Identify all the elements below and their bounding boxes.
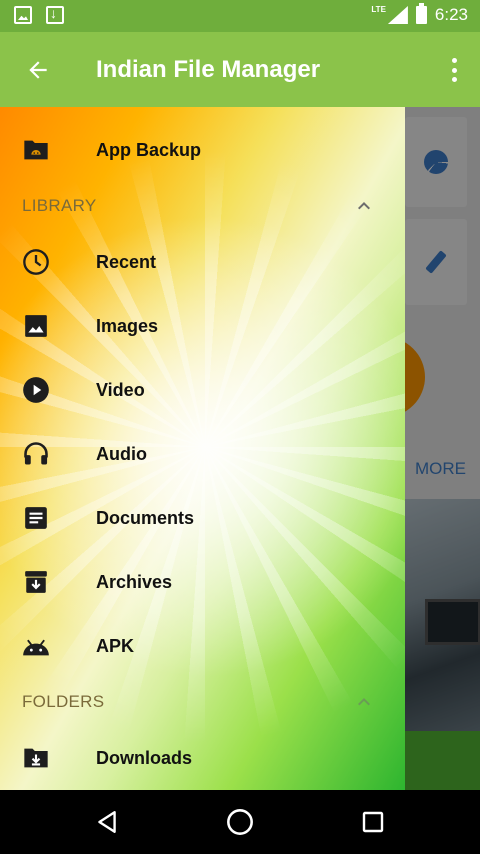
arrow-back-icon — [29, 61, 47, 79]
app-title: Indian File Manager — [96, 56, 321, 83]
section-title: FOLDERS — [22, 692, 105, 711]
drawer-item-label: App Backup — [96, 139, 202, 160]
drawer-item-label: Archives — [96, 571, 173, 592]
play-circle-icon — [22, 376, 50, 404]
overflow-menu-button[interactable] — [444, 54, 464, 86]
drawer-item-label: Downloads — [96, 747, 193, 768]
more-vert-icon — [451, 58, 457, 63]
recents-nav-icon — [362, 811, 384, 833]
android-folder-icon — [22, 136, 50, 164]
drawer-item-apk[interactable]: APK — [0, 618, 405, 674]
drawer-item-label: Images — [96, 315, 159, 336]
android-icon — [22, 632, 50, 660]
notification-icons — [14, 5, 64, 24]
drawer-item-label: Video — [96, 379, 145, 400]
section-title: LIBRARY — [22, 196, 97, 215]
network-type: LTE — [371, 4, 386, 14]
drawer-item-downloads[interactable]: Downloads — [0, 730, 405, 786]
drawer-item-app-backup[interactable]: App Backup — [0, 122, 405, 178]
signal-icon — [387, 6, 408, 24]
clock-time: 6:23 — [434, 5, 468, 24]
drawer-item-recent[interactable]: Recent — [0, 234, 405, 290]
home-nav-icon — [227, 809, 253, 835]
system-navigation-bar — [0, 790, 480, 854]
image-notification-icon — [14, 6, 32, 24]
back-nav-icon — [98, 811, 116, 833]
screen: LTE 6:23 Indian File Manager MORE — [0, 0, 480, 854]
clock-icon — [22, 248, 50, 276]
drawer-scrim[interactable] — [405, 107, 480, 790]
chevron-up-icon — [358, 202, 370, 210]
drawer-item-label: Audio — [96, 443, 147, 464]
drawer-item-label: Documents — [96, 507, 195, 528]
nav-recents-button[interactable] — [357, 806, 389, 838]
download-notification-icon — [46, 5, 64, 24]
nav-home-button[interactable] — [224, 806, 256, 838]
system-icons: LTE 6:23 — [371, 3, 468, 25]
drawer-item-label: APK — [96, 635, 135, 656]
archive-icon — [22, 568, 50, 596]
nav-back-button[interactable] — [91, 806, 123, 838]
library-section-header[interactable]: LIBRARY — [0, 186, 405, 226]
drawer-item-audio[interactable]: Audio — [0, 426, 405, 482]
image-icon — [22, 312, 50, 340]
battery-icon — [415, 3, 427, 24]
drawer-item-archives[interactable]: Archives — [0, 554, 405, 610]
document-icon — [22, 504, 50, 532]
download-folder-icon — [22, 744, 50, 772]
headphones-icon — [22, 440, 50, 468]
drawer-item-label: Recent — [96, 251, 157, 272]
drawer-item-video[interactable]: Video — [0, 362, 405, 418]
app-toolbar: Indian File Manager — [0, 32, 480, 107]
folders-section-header[interactable]: FOLDERS — [0, 682, 405, 722]
drawer-item-images[interactable]: Images — [0, 298, 405, 354]
navigation-drawer: App Backup LIBRARY Recent Images Video A… — [0, 107, 405, 790]
back-button[interactable] — [18, 50, 58, 90]
chevron-up-icon — [358, 698, 370, 706]
drawer-item-documents[interactable]: Documents — [0, 490, 405, 546]
status-bar: LTE 6:23 — [0, 0, 480, 32]
